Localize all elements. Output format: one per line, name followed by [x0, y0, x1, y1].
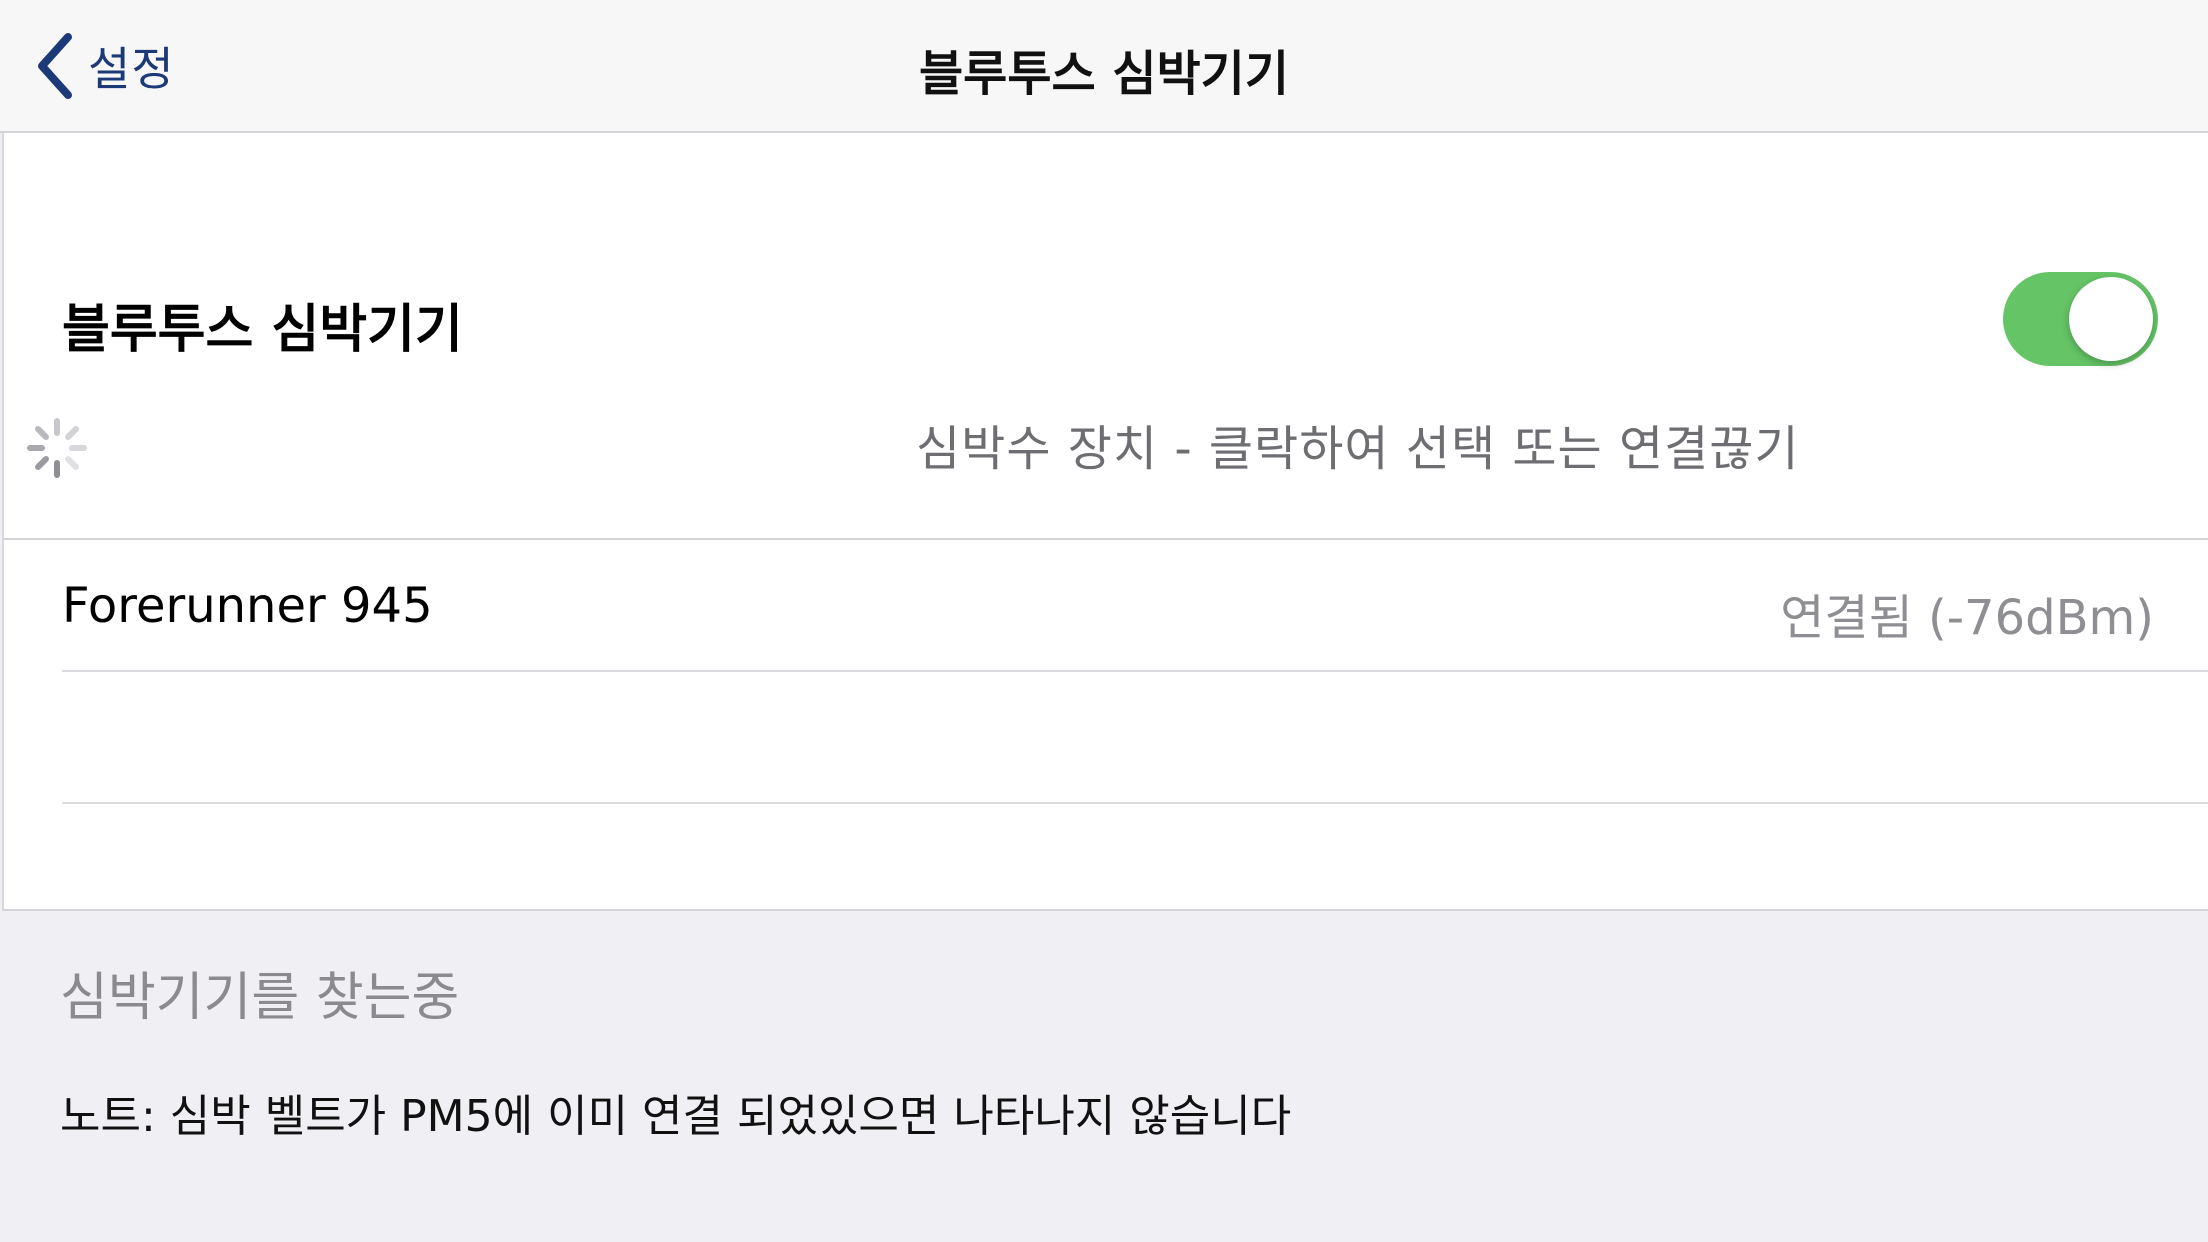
device-status: 연결됨 (-76dBm) [1780, 590, 2154, 646]
section-title: 블루투스 심박기기 [62, 300, 463, 360]
scan-hint-text: 심박수 장치 - 클락하여 선택 또는 연결끊기 [916, 421, 1800, 477]
footer-note: 노트: 심박 벨트가 PM5에 이미 연결 되었있으면 나타나지 않습니다 [60, 1091, 1292, 1142]
navigation-bar: 설정 블루투스 심박기기 [0, 0, 2208, 133]
empty-row [62, 672, 2208, 802]
row-divider [62, 802, 2208, 804]
toggle-knob [2069, 277, 2153, 361]
page-title: 블루투스 심박기기 [919, 46, 1289, 102]
bluetooth-hr-toggle[interactable] [2003, 272, 2158, 366]
device-name: Forerunner 945 [62, 578, 433, 634]
searching-status: 심박기기를 찾는중 [60, 968, 460, 1028]
settings-card: 블루투스 심박기기 심박수 장치 - 클락하여 선택 또는 연결끊기 Forer… [2, 133, 2208, 911]
activity-spinner-icon [27, 418, 87, 478]
device-row[interactable]: Forerunner 945 연결됨 (-76dBm) [62, 540, 2208, 670]
